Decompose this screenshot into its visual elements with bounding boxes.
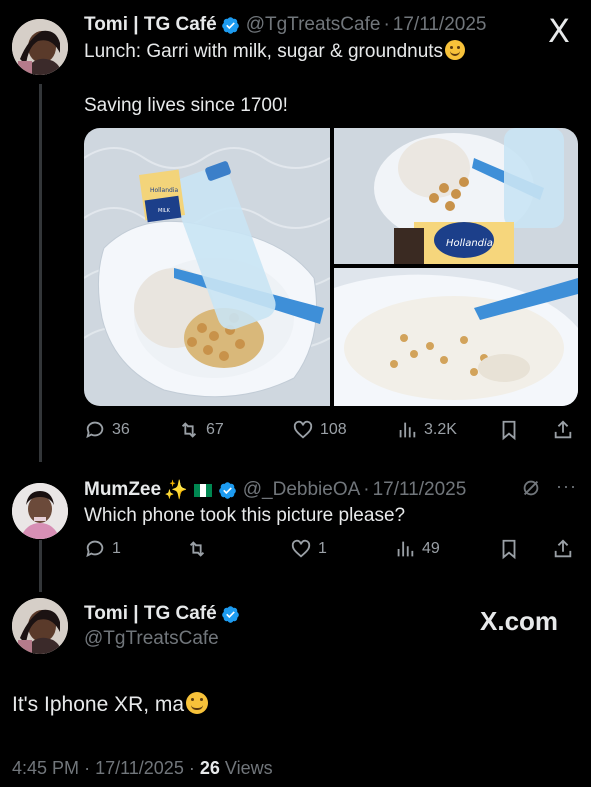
reply-header: MumZee ✨ @_DebbieOA · 17/11/2025	[84, 478, 466, 502]
tweet-actions: 36 67 108 3.2K	[84, 418, 578, 442]
like-count: 108	[320, 421, 347, 438]
separator: ·	[188, 758, 195, 778]
repost-button[interactable]: 67	[178, 419, 224, 441]
grok-icon[interactable]	[520, 477, 542, 499]
media-grid: Hollandia MILK Hollandia	[84, 128, 578, 406]
reply-icon	[86, 540, 104, 558]
tweet-text-content: It's Iphone XR, ma	[12, 693, 185, 716]
thread-line	[39, 84, 42, 462]
bookmark-button[interactable]	[498, 419, 520, 441]
verified-icon	[221, 16, 239, 34]
tweet-time[interactable]: 4:45 PM	[12, 758, 79, 778]
brand-watermark: X.com	[480, 606, 559, 636]
views-count: 49	[422, 540, 440, 557]
reply-icon	[86, 421, 104, 439]
x-logo-icon[interactable]: X	[548, 12, 570, 50]
like-count: 1	[318, 540, 327, 557]
media-image-3[interactable]	[334, 268, 578, 406]
brand-text: MILK	[158, 208, 171, 214]
tweet-date[interactable]: 17/11/2025	[373, 479, 467, 501]
repost-count: 67	[206, 421, 224, 438]
views-label: Views	[224, 758, 273, 778]
flag-icon	[193, 483, 212, 497]
sparkle-icon: ✨	[164, 480, 188, 501]
share-icon	[554, 420, 572, 439]
share-button[interactable]	[552, 538, 574, 560]
views-count: 3.2K	[424, 421, 457, 438]
author-name[interactable]: Tomi | TG Café	[84, 603, 217, 625]
author-name[interactable]: Tomi | TG Café	[84, 14, 217, 36]
bookmark-icon	[502, 539, 516, 560]
smile-emoji-icon	[186, 692, 209, 714]
separator: ·	[383, 14, 390, 35]
share-button[interactable]	[552, 419, 574, 441]
views-button[interactable]: 49	[394, 538, 440, 560]
author-handle[interactable]: @_DebbieOA	[243, 479, 361, 501]
brand-text: Hollandia	[150, 187, 178, 194]
tweet-meta: 4:45 PM · 17/11/2025 · 26 Views	[12, 758, 273, 779]
like-icon	[291, 539, 311, 558]
views-button[interactable]: 3.2K	[396, 419, 457, 441]
tweet-date[interactable]: 17/11/2025	[393, 14, 487, 36]
reply-text: Which phone took this picture please?	[84, 505, 406, 526]
avatar[interactable]	[12, 483, 68, 539]
avatar[interactable]	[12, 19, 68, 75]
separator: ·	[84, 758, 91, 778]
verified-icon	[218, 481, 236, 499]
reply-actions: 1 1 49	[84, 537, 578, 561]
tweet-header: Tomi | TG Café @TgTreatsCafe · 17/11/202…	[84, 14, 486, 36]
brand-text: Hollandia	[446, 238, 493, 249]
share-icon	[554, 539, 572, 558]
tweet-text-line2: Saving lives since 1700!	[84, 95, 288, 116]
author-name[interactable]: MumZee	[84, 479, 161, 501]
separator: ·	[363, 479, 370, 500]
repost-button[interactable]	[186, 538, 214, 560]
media-image-2[interactable]: Hollandia	[334, 128, 578, 264]
author-handle[interactable]: @TgTreatsCafe	[84, 628, 219, 650]
author-handle[interactable]: @TgTreatsCafe	[246, 14, 381, 36]
avatar[interactable]	[12, 598, 68, 654]
views-icon	[399, 422, 416, 438]
bookmark-icon	[502, 420, 516, 441]
views-icon	[397, 541, 414, 557]
verified-icon	[221, 605, 239, 623]
tweet-header: Tomi | TG Café	[84, 603, 240, 625]
tweet-text: It's Iphone XR, ma	[12, 692, 209, 717]
tweet-date[interactable]: 17/11/2025	[95, 758, 184, 778]
media-image-1[interactable]: Hollandia MILK	[84, 128, 330, 406]
like-icon	[293, 420, 313, 439]
reply-button[interactable]: 36	[84, 419, 130, 441]
bookmark-button[interactable]	[498, 538, 520, 560]
like-button[interactable]: 108	[292, 419, 347, 441]
repost-icon	[189, 541, 205, 557]
smile-emoji-icon	[445, 40, 466, 60]
thread-line	[39, 540, 42, 592]
like-button[interactable]: 1	[290, 538, 327, 560]
repost-icon	[181, 422, 197, 438]
more-icon[interactable]: ···	[556, 476, 577, 497]
views-count[interactable]: 26	[200, 758, 220, 778]
reply-button[interactable]: 1	[84, 538, 121, 560]
tweet-text: Lunch: Garri with milk, sugar & groundnu…	[84, 41, 444, 62]
reply-count: 36	[112, 421, 130, 438]
reply-count: 1	[112, 540, 121, 557]
tweet-text-line1: Lunch: Garri with milk, sugar & groundnu…	[84, 40, 466, 64]
